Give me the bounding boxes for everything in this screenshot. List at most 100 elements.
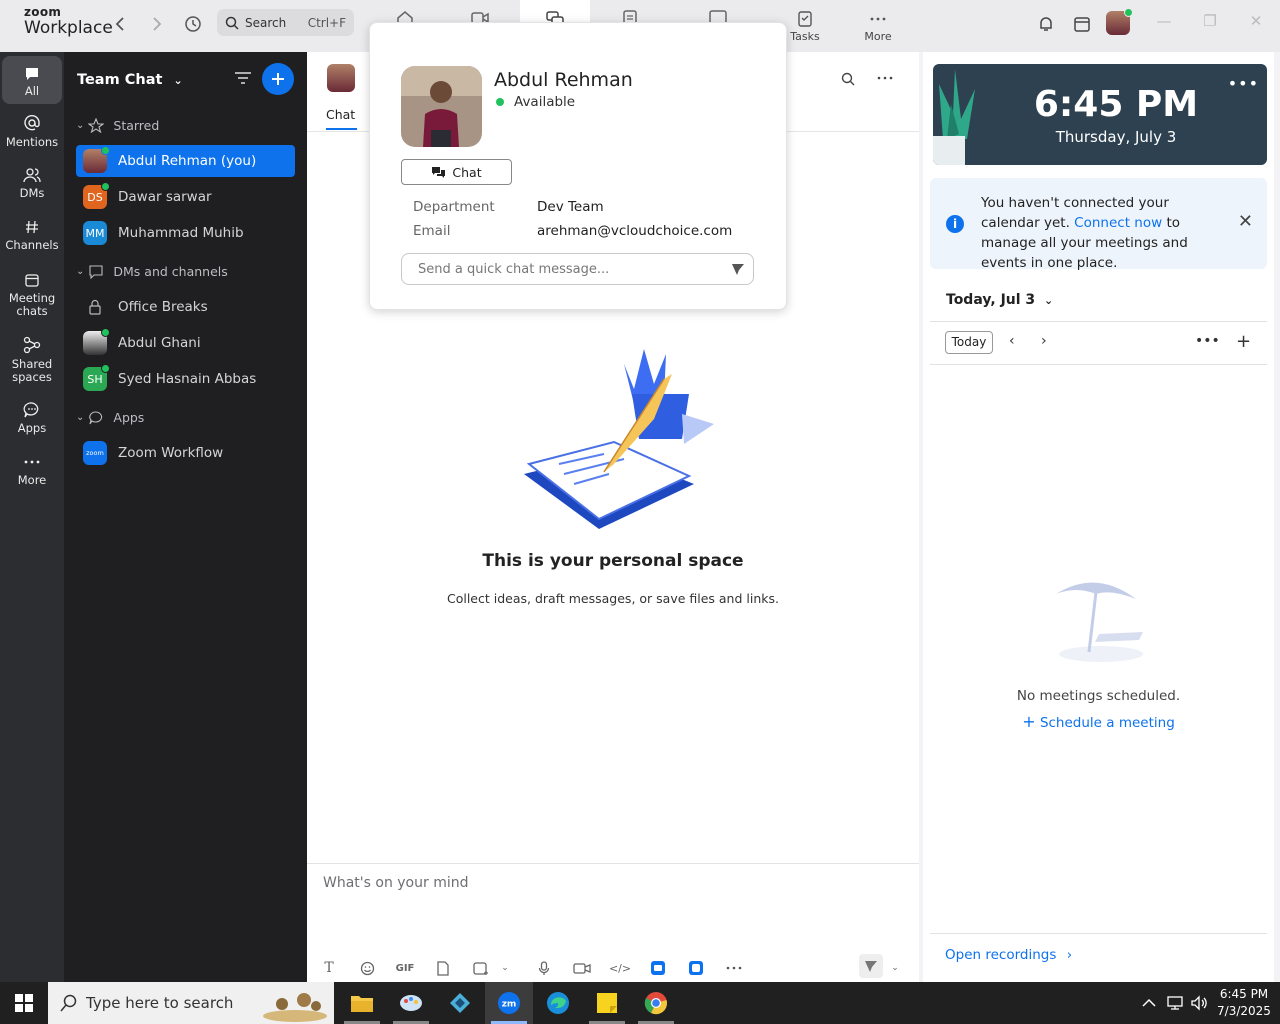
emoji-icon[interactable] (357, 958, 377, 978)
more-dots-icon[interactable]: ••• (1228, 74, 1259, 93)
plus-icon (272, 73, 284, 85)
list-item[interactable]: Abdul Ghani (76, 327, 295, 359)
screenshot-icon[interactable] (471, 958, 491, 978)
new-chat-button[interactable] (262, 63, 294, 95)
list-item[interactable]: zoom Zoom Workflow (76, 437, 295, 469)
paint-app-icon[interactable] (387, 982, 435, 1024)
team-chat-dropdown[interactable]: Team Chat ⌄ (77, 72, 183, 88)
tasks-icon (798, 11, 812, 27)
app-blue-icon[interactable] (648, 958, 668, 978)
chat-button[interactable]: Chat (401, 159, 512, 185)
minimize-button[interactable]: — (1152, 12, 1176, 36)
chevron-down-icon[interactable]: ⌄ (495, 958, 515, 978)
rail-item-channels[interactable]: Channels (2, 219, 62, 252)
section-dms-and-channels[interactable]: ⌄ DMs and channels (76, 264, 228, 279)
today-button[interactable]: Today (945, 331, 993, 354)
add-event-icon[interactable]: + (1236, 331, 1251, 352)
filter-icon[interactable] (234, 71, 252, 89)
avatar[interactable] (1106, 8, 1133, 35)
volume-icon[interactable] (1190, 982, 1208, 1024)
rail-item-more[interactable]: More (2, 454, 62, 487)
file-icon[interactable] (433, 958, 453, 978)
close-icon[interactable]: ✕ (1238, 211, 1253, 232)
edge-browser-icon[interactable] (534, 982, 582, 1024)
list-item[interactable]: Abdul Rehman (you) (76, 145, 295, 177)
chrome-browser-icon[interactable] (632, 982, 680, 1024)
code-snippet-icon[interactable]: </> (609, 958, 631, 978)
list-item[interactable]: DS Dawar sarwar (76, 181, 295, 213)
chevron-right-icon[interactable]: › (1041, 333, 1047, 349)
rail-item-apps[interactable]: Apps (2, 402, 62, 435)
section-starred[interactable]: ⌄ Starred (76, 118, 159, 133)
connect-now-link[interactable]: Connect now (1074, 215, 1162, 231)
online-status-dot (1124, 8, 1133, 17)
avatar: DS (83, 182, 110, 209)
chevron-down-icon[interactable]: ⌄ (885, 958, 905, 978)
back-arrow-icon[interactable] (108, 12, 132, 36)
section-apps[interactable]: ⌄ Apps (76, 410, 144, 425)
app-blue-icon-2[interactable] (686, 958, 706, 978)
taskbar-clock[interactable]: 6:45 PM 7/3/2025 (1214, 982, 1274, 1024)
online-status-dot (101, 146, 110, 155)
rail-item-all[interactable]: All (2, 56, 62, 104)
show-hidden-icons-icon[interactable] (1142, 982, 1156, 1024)
history-icon[interactable] (181, 12, 205, 36)
app-diamond-icon[interactable] (436, 982, 484, 1024)
department-label: Department (413, 199, 495, 215)
search-icon[interactable] (841, 72, 855, 90)
more-label: More (864, 30, 892, 43)
search-input[interactable]: Search Ctrl+F (217, 9, 354, 36)
chevron-left-icon[interactable]: ‹ (1009, 333, 1015, 349)
taskbar-search-input[interactable]: Type here to search (48, 982, 334, 1024)
rail-item-dms[interactable]: DMs (2, 167, 62, 200)
send-icon[interactable] (731, 262, 745, 276)
message-composer[interactable]: What's on your mind T GIF ⌄ </> ⌄ (307, 863, 919, 982)
rail-item-meeting-chats[interactable]: Meeting chats (2, 272, 62, 318)
maximize-button[interactable]: ❐ (1198, 12, 1222, 36)
video-message-icon[interactable] (572, 958, 592, 978)
list-item[interactable]: Office Breaks (76, 291, 295, 323)
hash-icon (26, 220, 38, 234)
rail-item-mentions[interactable]: Mentions (2, 114, 62, 149)
apps-bubble-icon (89, 410, 103, 424)
sticky-notes-icon[interactable] (583, 982, 631, 1024)
rail-item-shared-spaces[interactable]: Shared spaces (2, 336, 62, 384)
zoom-app-icon: zoom (83, 441, 107, 465)
send-icon[interactable] (859, 954, 883, 978)
profile-photo (401, 66, 482, 147)
lock-icon (83, 295, 107, 319)
avatar (83, 328, 110, 355)
list-item[interactable]: SH Syed Hasnain Abbas (76, 363, 295, 395)
clock-time: 6:45 PM (1033, 84, 1199, 125)
more-dots-icon[interactable] (724, 958, 744, 978)
more-dots-icon[interactable] (877, 71, 893, 89)
tab-chat[interactable]: Chat (326, 107, 355, 122)
gif-button[interactable]: GIF (395, 958, 415, 978)
active-tab-indicator (326, 128, 357, 130)
windows-taskbar: Type here to search zm 6:45 PM 7/3/2025 (0, 982, 1280, 1024)
windows-start-icon[interactable] (0, 982, 48, 1024)
shared-space-icon (23, 336, 41, 354)
schedule-meeting-link[interactable]: + Schedule a meeting (923, 712, 1274, 731)
plus-icon: + (1022, 712, 1036, 731)
chevron-down-icon: ⌄ (1044, 294, 1054, 307)
list-item[interactable]: MM Muhammad Muhib (76, 217, 295, 249)
text-format-icon[interactable]: T (319, 958, 339, 978)
online-status-dot (496, 98, 504, 106)
zoom-taskbar-icon[interactable]: zm (485, 982, 533, 1024)
network-icon[interactable] (1166, 982, 1184, 1024)
avatar[interactable] (327, 64, 355, 92)
file-explorer-icon[interactable] (338, 982, 386, 1024)
open-recordings-link[interactable]: Open recordings › (945, 947, 1072, 963)
close-window-button[interactable]: ✕ (1244, 12, 1268, 36)
more-dots-icon[interactable]: ••• (1195, 333, 1220, 349)
calendar-widget-icon[interactable] (1070, 12, 1094, 36)
chevron-down-icon: ⌄ (76, 412, 85, 423)
email-value[interactable]: arehman@vcloudchoice.com (537, 223, 732, 239)
forward-arrow-icon[interactable] (145, 12, 169, 36)
quick-message-input[interactable]: Send a quick chat message... (401, 253, 754, 285)
notifications-bell-icon[interactable] (1034, 12, 1058, 36)
day-selector[interactable]: Today, Jul 3 ⌄ (946, 292, 1053, 308)
microphone-icon[interactable] (534, 958, 554, 978)
nav-tab-more[interactable]: More (843, 0, 913, 52)
